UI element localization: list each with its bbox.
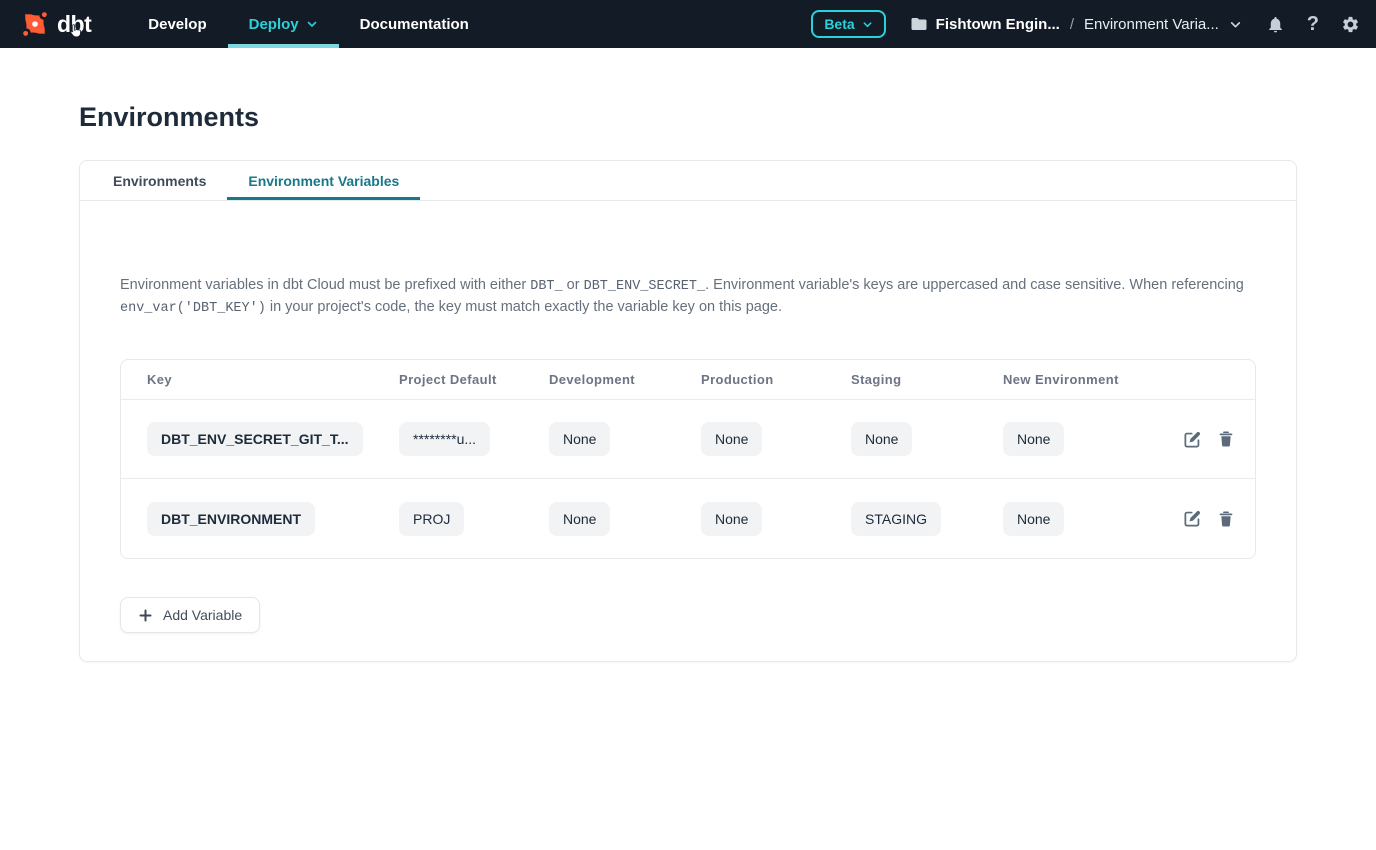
chevron-down-icon	[1229, 18, 1242, 31]
environments-card: Environments Environment Variables Envir…	[79, 160, 1297, 662]
nav-label: Documentation	[360, 16, 469, 33]
beta-label: Beta	[824, 16, 854, 32]
variable-key-pill: DBT_ENV_SECRET_GIT_T...	[147, 422, 363, 456]
production-value-pill: None	[701, 502, 762, 536]
tab-label: Environments	[113, 173, 206, 189]
staging-value-pill: STAGING	[851, 502, 941, 536]
navbar-right: Beta Fishtown Engin... / Environment Var…	[811, 0, 1360, 48]
development-value-pill: None	[549, 422, 610, 456]
main-content: Environments Environments Environment Va…	[0, 102, 1376, 662]
brand-wordmark: dbt	[57, 13, 91, 36]
breadcrumb-project-label: Fishtown Engin...	[936, 16, 1060, 33]
page-title: Environments	[79, 102, 1297, 133]
help-icon[interactable]: ?	[1307, 14, 1319, 34]
column-header-production: Production	[701, 372, 851, 387]
add-variable-label: Add Variable	[163, 607, 242, 623]
description-segment: or	[563, 277, 584, 293]
bell-icon[interactable]	[1266, 15, 1285, 34]
table-row: DBT_ENVIRONMENT PROJ None None STAGING N…	[121, 479, 1255, 558]
add-variable-button[interactable]: Add Variable	[120, 597, 260, 633]
chevron-down-icon	[306, 18, 318, 30]
breadcrumb-page-label: Environment Varia...	[1084, 16, 1219, 33]
nav-label: Develop	[148, 16, 206, 33]
breadcrumb: Fishtown Engin... / Environment Varia...	[910, 15, 1242, 33]
edit-icon[interactable]	[1183, 509, 1202, 528]
plus-icon	[138, 608, 153, 623]
staging-value-pill: None	[851, 422, 912, 456]
beta-dropdown[interactable]: Beta	[811, 10, 885, 38]
description-segment: . Environment variable's keys are upperc…	[705, 277, 1244, 293]
tab-environments[interactable]: Environments	[92, 161, 227, 200]
tab-label: Environment Variables	[248, 173, 399, 189]
project-default-pill: PROJ	[399, 502, 464, 536]
row-actions	[1183, 509, 1235, 528]
tab-environment-variables[interactable]: Environment Variables	[227, 161, 420, 200]
column-header-staging: Staging	[851, 372, 1003, 387]
row-actions	[1183, 430, 1235, 449]
column-header-new-environment: New Environment	[1003, 372, 1177, 387]
code-snippet: DBT_	[530, 279, 562, 294]
code-snippet: DBT_ENV_SECRET_	[584, 279, 706, 294]
navbar-icon-group: ?	[1266, 14, 1360, 34]
new-environment-value-pill: None	[1003, 422, 1064, 456]
environment-variables-table: Key Project Default Development Producti…	[120, 359, 1256, 559]
project-default-pill: ********u...	[399, 422, 490, 456]
table-header-row: Key Project Default Development Producti…	[121, 360, 1255, 400]
nav-item-develop[interactable]: Develop	[127, 0, 227, 48]
production-value-pill: None	[701, 422, 762, 456]
primary-nav: Develop Deploy Documentation	[127, 0, 490, 48]
column-header-project-default: Project Default	[399, 372, 549, 387]
delete-icon[interactable]	[1217, 430, 1235, 448]
tab-bar: Environments Environment Variables	[80, 161, 1296, 201]
variable-key-pill: DBT_ENVIRONMENT	[147, 502, 315, 536]
nav-item-deploy[interactable]: Deploy	[228, 0, 339, 48]
gear-icon[interactable]	[1341, 15, 1360, 34]
folder-icon	[910, 15, 928, 33]
breadcrumb-page-selector[interactable]: Environment Varia...	[1084, 16, 1242, 33]
edit-icon[interactable]	[1183, 430, 1202, 449]
code-snippet: env_var('DBT_KEY')	[120, 301, 266, 316]
nav-label: Deploy	[249, 16, 299, 33]
description-text: Environment variables in dbt Cloud must …	[120, 275, 1256, 319]
tab-panel: Environment variables in dbt Cloud must …	[80, 275, 1296, 661]
nav-item-documentation[interactable]: Documentation	[339, 0, 490, 48]
column-header-development: Development	[549, 372, 701, 387]
description-segment: in your project's code, the key must mat…	[266, 299, 782, 315]
description-segment: Environment variables in dbt Cloud must …	[120, 277, 530, 293]
column-header-key: Key	[147, 372, 399, 387]
chevron-down-icon	[862, 19, 873, 30]
breadcrumb-separator: /	[1070, 16, 1074, 33]
dbt-logo-icon	[20, 9, 50, 39]
table-row: DBT_ENV_SECRET_GIT_T... ********u... Non…	[121, 400, 1255, 479]
development-value-pill: None	[549, 502, 610, 536]
top-navbar: dbt Develop Deploy Documentation Beta	[0, 0, 1376, 48]
breadcrumb-project[interactable]: Fishtown Engin...	[910, 15, 1060, 33]
new-environment-value-pill: None	[1003, 502, 1064, 536]
dbt-logo[interactable]: dbt	[20, 0, 91, 48]
delete-icon[interactable]	[1217, 510, 1235, 528]
